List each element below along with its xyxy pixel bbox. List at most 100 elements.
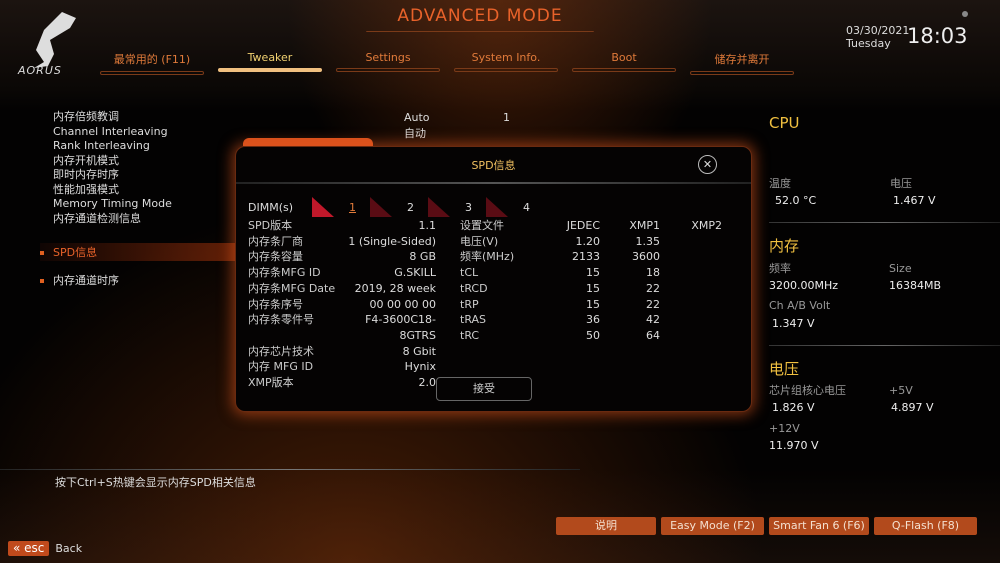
menu-item[interactable]: Channel Interleaving [53,125,172,140]
info-label: 内存条零件号 [248,313,314,327]
back-label: Back [55,542,83,555]
close-icon[interactable]: ✕ [698,155,717,174]
tab-save-exit[interactable]: 储存并离开 [690,51,794,75]
cpu-volt: 1.467 V [893,194,936,207]
timing-label: tRAS [460,313,487,327]
menu-item[interactable]: 内存开机模式 [53,154,172,169]
jedec-value: 50 [586,328,600,342]
tab-label: Tweaker [247,51,293,64]
dimm-slot-icon [428,197,450,217]
dialog-title: SPD信息 [471,159,516,172]
voltage-heading: 电压 [769,360,800,378]
submenu-label: SPD信息 [53,246,98,259]
xmp2-value [660,265,722,281]
timing-label: tRP [460,297,479,311]
spd-info-list: SPD版本 1.1 内存条厂商 1 (Single-Sided) 内存条容量 8 GB 内存… [248,218,436,391]
info-value: F4-3600C18-8GTRS [365,313,436,342]
info-row: 内存条序号 00 00 00 00 [248,297,436,313]
q-flash-button[interactable]: Q-Flash (F8) [874,517,977,535]
v12-label: +12V [769,422,800,435]
xmp1-value: 3600 [632,250,660,264]
cpu-temp: 52.0 °C [775,194,817,207]
dimm-1[interactable]: 1 [334,201,362,214]
tab-boot[interactable]: Boot [572,51,676,75]
timing-label: 电压(V) [460,234,499,248]
tab-system-info[interactable]: System Info. [454,51,558,75]
setting-value[interactable]: Auto [404,111,430,124]
xmp2-value [660,281,722,297]
tab-tweaker[interactable]: Tweaker [218,51,322,75]
dimm-4[interactable]: 4 [508,201,536,214]
xmp2-value [660,234,722,250]
settings-gear-icon[interactable] [962,11,968,17]
timing-row: tCL 15 18 [460,265,722,281]
date: 03/30/2021 [846,24,910,37]
tab-settings[interactable]: Settings [336,51,440,75]
jedec-value: 1.20 [575,234,601,248]
info-label: 内存条MFG ID [248,266,321,280]
jedec-value: 2133 [572,250,600,264]
timing-row: tRP 15 22 [460,297,722,313]
info-row: 内存条容量 8 GB [248,249,436,265]
tab-label: Boot [611,51,637,64]
menu-item[interactable]: Rank Interleaving [53,139,172,154]
dimm-3[interactable]: 3 [450,201,478,214]
smart-fan-button[interactable]: Smart Fan 6 (F6) [769,517,869,535]
timing-row: 频率(MHz) 2133 3600 [460,249,722,265]
tab-label: Settings [365,51,411,64]
submenu-spd-info[interactable]: SPD信息 [40,243,240,261]
jedec-value: 15 [586,297,600,311]
function-buttons: 说明 Easy Mode (F2) Smart Fan 6 (F6) Q-Fla… [556,517,977,535]
submenu-label: 内存通道时序 [53,274,119,287]
dimm-slot-icon [486,197,508,217]
info-row: 内存条MFG Date 2019, 28 week [248,281,436,297]
submenu-memory-timing[interactable]: 内存通道时序 [40,272,119,288]
back-button[interactable]: « esc Back [8,541,82,556]
timing-row: tRC 50 64 [460,328,722,344]
timing-header-row: 设置文件 JEDEC XMP1 XMP2 [460,218,722,234]
info-row: 内存条MFG ID G.SKILL [248,265,436,281]
esc-key: esc [24,541,45,555]
help-button[interactable]: 说明 [556,517,656,535]
info-value: 1.1 [418,219,437,232]
menu-item[interactable]: Memory Timing Mode [53,197,172,212]
accept-button[interactable]: 接受 [436,377,532,401]
mem-volt: 1.347 V [772,317,815,330]
menu-item[interactable]: 内存通道检测信息 [53,212,172,227]
column-header: XMP1 [629,219,660,232]
divider [769,222,1000,223]
clock: 18:03 [907,24,968,48]
xmp2-value [660,297,722,313]
xmp2-value [660,249,722,265]
info-label: SPD版本 [248,219,293,232]
chipset-volt-label: 芯片组核心电压 [769,384,846,397]
tab-label: System Info. [471,51,541,64]
jedec-value: 15 [586,266,600,280]
mem-freq: 3200.00MHz [769,279,839,292]
bullet-icon [40,251,44,255]
dimm-slot-icon [312,197,334,217]
info-label: 内存芯片技术 [248,344,314,358]
setting-value[interactable]: 自动 [404,125,426,141]
v12: 11.970 V [769,439,819,452]
setting-value[interactable]: 1 [503,111,510,124]
xmp1-value: 1.35 [635,234,661,248]
v5: 4.897 V [891,401,934,414]
menu-item[interactable]: 性能加强模式 [53,183,172,198]
bullet-icon [40,279,44,283]
modal-tab-accent [243,138,373,146]
column-header: XMP2 [691,219,722,232]
info-label: 内存条容量 [248,250,303,264]
menu-item[interactable]: 即时内存时序 [53,168,172,183]
info-label: 内存条MFG Date [248,281,336,295]
menu-item[interactable]: 内存倍频教调 [53,110,172,125]
main-tabs: 最常用的 (F11) Tweaker Settings System Info.… [100,51,794,75]
tab-favorites[interactable]: 最常用的 (F11) [100,51,204,75]
dimm-2[interactable]: 2 [392,201,420,214]
column-header: JEDEC [566,219,600,232]
easy-mode-button[interactable]: Easy Mode (F2) [661,517,764,535]
logo-text: AORUS [18,64,62,77]
jedec-value: 36 [586,313,600,327]
mem-size-label: Size [889,262,912,275]
info-row: XMP版本 2.0 [248,375,436,391]
